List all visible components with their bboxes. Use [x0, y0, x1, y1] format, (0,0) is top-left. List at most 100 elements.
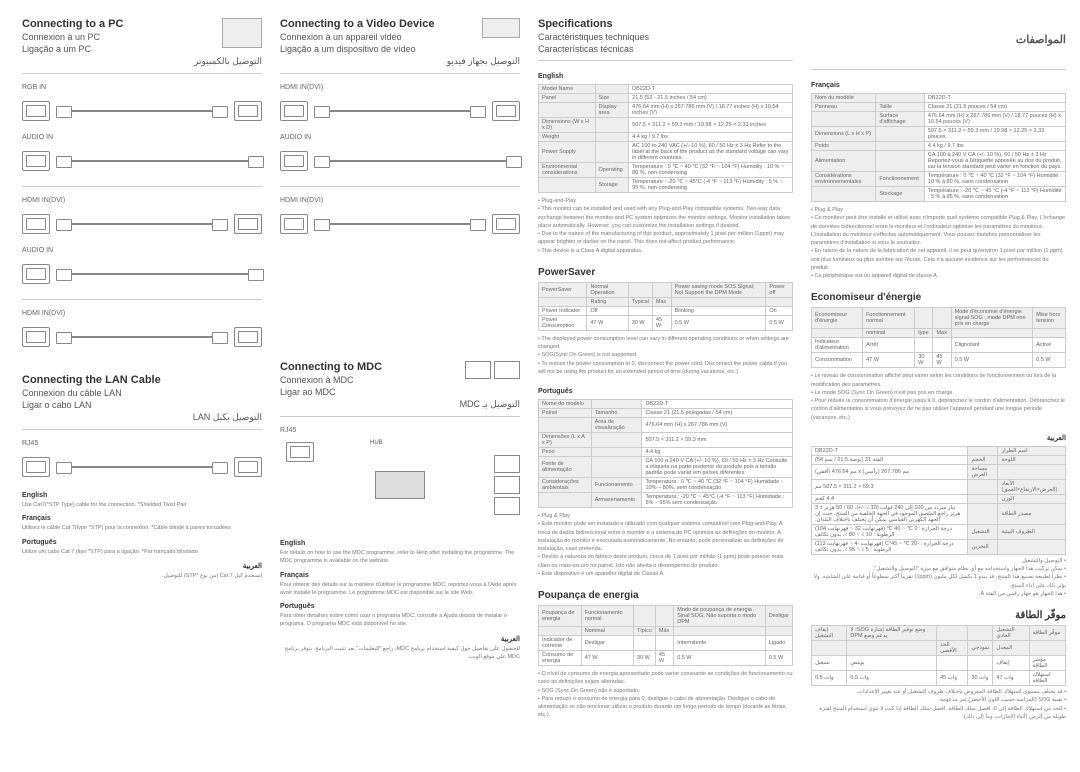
- cell: [937, 626, 968, 641]
- cell: [674, 627, 766, 636]
- note-item: O nível de consumo de energia apresentad…: [538, 670, 793, 687]
- port-hdmi-dvi-1: HDMI IN(DVI): [22, 197, 262, 204]
- cell: Dimensions (W x H x D): [539, 118, 596, 133]
- video-sub-pt: Ligação a um dispositivo de vídeo: [280, 44, 482, 54]
- note-item: The displayed power consumption level ca…: [538, 335, 793, 352]
- cell: الأبعاد (العرض×الارتفاع×العمق): [998, 479, 1066, 494]
- spec-title: Specifications: [538, 18, 793, 30]
- cell: 45 W: [655, 651, 673, 666]
- cell: 507.5 × 311.2 × 59.3 mm / 19.98 × 12.25 …: [629, 118, 793, 133]
- col-pc: Connecting to a PC Connexion à un PC Lig…: [22, 18, 262, 754]
- cell: 30 W: [628, 315, 652, 330]
- cell: [591, 448, 642, 457]
- mdc-en-txt: For details on how to use the MDC progra…: [280, 549, 520, 566]
- cell: Typical: [628, 297, 652, 306]
- pc-sub-fr: Connexion à un PC: [22, 32, 222, 42]
- desktop-icon: [222, 18, 262, 48]
- cell: Température : -20 ℃ ~ 45 °C (-4 °F ~ 113…: [924, 187, 1065, 202]
- cell: التشغيل: [968, 524, 998, 539]
- note-item: Due to the nature of the manufacturing o…: [538, 230, 793, 247]
- cell: [591, 400, 642, 409]
- power-ar-table: موفّر الطاقةالتشغيل العاديوضع توفير الطا…: [811, 625, 1066, 686]
- note-item: Le niveau de consommation affiché peut v…: [811, 372, 1066, 389]
- hub-diagram: HUB: [280, 440, 520, 530]
- cell: Max: [933, 329, 951, 338]
- cell: DB22D-T: [629, 85, 793, 94]
- cell: [539, 103, 596, 118]
- cell: [628, 306, 652, 315]
- cell: Fonctionnement normal: [863, 308, 915, 329]
- note-item: هذا الجهاز هو جهاز رقمي من الفئة A.: [811, 590, 1066, 598]
- connector-icon: [492, 101, 520, 121]
- cell: اسم الطراز: [998, 446, 1066, 455]
- cell: التشغيل العادي: [993, 626, 1029, 641]
- lan-ar-txt: استخدم كبل Cat 7 (من نوع *STP) للتوصيل.: [22, 572, 262, 580]
- power-pt-title: Poupança de energia: [538, 590, 793, 601]
- pc-title: Connecting to a PC: [22, 18, 222, 30]
- port-icon: [22, 264, 50, 284]
- cell: Économiseur d'énergie: [812, 308, 863, 329]
- cell: 476.64 mm (H) x 267.786 mm (V) / 18.77 i…: [629, 103, 793, 118]
- video-ar: التوصيل بجهاز فيديو: [280, 56, 520, 67]
- lan-sub-pt: Ligar o cabo LAN: [22, 400, 262, 410]
- cell: Environmental considerations: [539, 163, 596, 178]
- cell: Desligar: [765, 606, 792, 627]
- cell: Fonctionnement: [876, 172, 925, 187]
- cell: 4.4 كجم: [812, 494, 968, 503]
- power-ar-notes: قد يختلف مستوى استهلاك الطاقة المعروض با…: [811, 688, 1066, 721]
- mdc-fr-txt: Pour obtenir des détails sur la manière …: [280, 581, 520, 598]
- mdc-title: Connecting to MDC: [280, 361, 465, 373]
- mdc-fr-lbl: Français: [280, 572, 520, 579]
- cell: يومض: [847, 656, 937, 671]
- cell: Mise hors tension: [1033, 308, 1066, 329]
- cell: التخزين: [968, 539, 998, 554]
- video-hdmi-1: HDMI IN(DVI): [280, 84, 520, 91]
- cell: Temperatura : -20 ℃ ~ 45°C (-4 °F ~ 113 …: [642, 493, 793, 508]
- diagram-v-audio: [280, 144, 520, 178]
- cell: 30 W: [915, 353, 933, 368]
- cell: Stockage: [876, 187, 925, 202]
- cell: Nome do modelo: [539, 400, 592, 409]
- cell: [591, 457, 642, 478]
- lan-pt-lbl: Português: [22, 539, 262, 546]
- cell: Clignotant: [951, 338, 1033, 353]
- cell: CA 100 a 240 V CA (+/- 10 %), 60 / 50 Hz…: [642, 457, 793, 478]
- cell: الوزن: [998, 494, 1066, 503]
- connector-icon: [234, 327, 262, 347]
- col-spec-left: Specifications Caractéristiques techniqu…: [538, 18, 793, 754]
- cell: Temperature : -20 ℃ ~ 45°C (-4 °F ~ 113 …: [629, 178, 793, 193]
- mdc-ar-txt: للحصول على تفاصيل حول كيفية استخدام برنا…: [280, 645, 520, 662]
- cell: مصدر الطاقة: [998, 503, 1066, 524]
- mdc-en-lbl: English: [280, 540, 520, 547]
- cell: [998, 464, 1066, 479]
- cell: 476.64 mm (H) x 267.786 mm (V): [642, 418, 793, 433]
- cell: إيقاف التشغيل: [812, 626, 847, 641]
- connector-icon: [234, 101, 262, 121]
- cell: [812, 187, 876, 202]
- video-title: Connecting to a Video Device: [280, 18, 482, 30]
- cell: [876, 94, 925, 103]
- spec-sub-fr: Caractéristiques techniques: [538, 32, 793, 42]
- cell: الفئة 21 (بوصة 21.5 / سم 54): [812, 455, 968, 464]
- cell: Tamanho: [591, 409, 642, 418]
- cell: Activé: [1033, 338, 1066, 353]
- note-item: Devido à natureza do fabrico deste produ…: [538, 553, 793, 570]
- cell: 47 W: [581, 651, 633, 666]
- cell: Power Supply: [539, 142, 596, 163]
- cell: 45 W: [933, 353, 951, 368]
- diagram-rgb: [22, 94, 262, 128]
- cell: [539, 178, 596, 193]
- cell: Surface d'affichage: [876, 112, 925, 127]
- power-fr-table: Économiseur d'énergieFonctionnement norm…: [811, 307, 1066, 368]
- hub-label: HUB: [370, 440, 383, 446]
- cell: وضع توفير الطاقة إشارة SOG؛ لا يدعم وضع …: [847, 626, 937, 641]
- port-audio-in-2: AUDIO IN: [22, 247, 262, 254]
- cell: Considerações ambientais: [539, 478, 592, 493]
- cell: [595, 142, 629, 163]
- cell: [812, 112, 876, 127]
- cell: Funcionamento normal: [581, 606, 633, 627]
- cell: استهلاك الطاقة: [1029, 671, 1065, 686]
- cell: [1029, 641, 1065, 656]
- cell: [628, 282, 652, 297]
- cell: إيقاف: [993, 656, 1029, 671]
